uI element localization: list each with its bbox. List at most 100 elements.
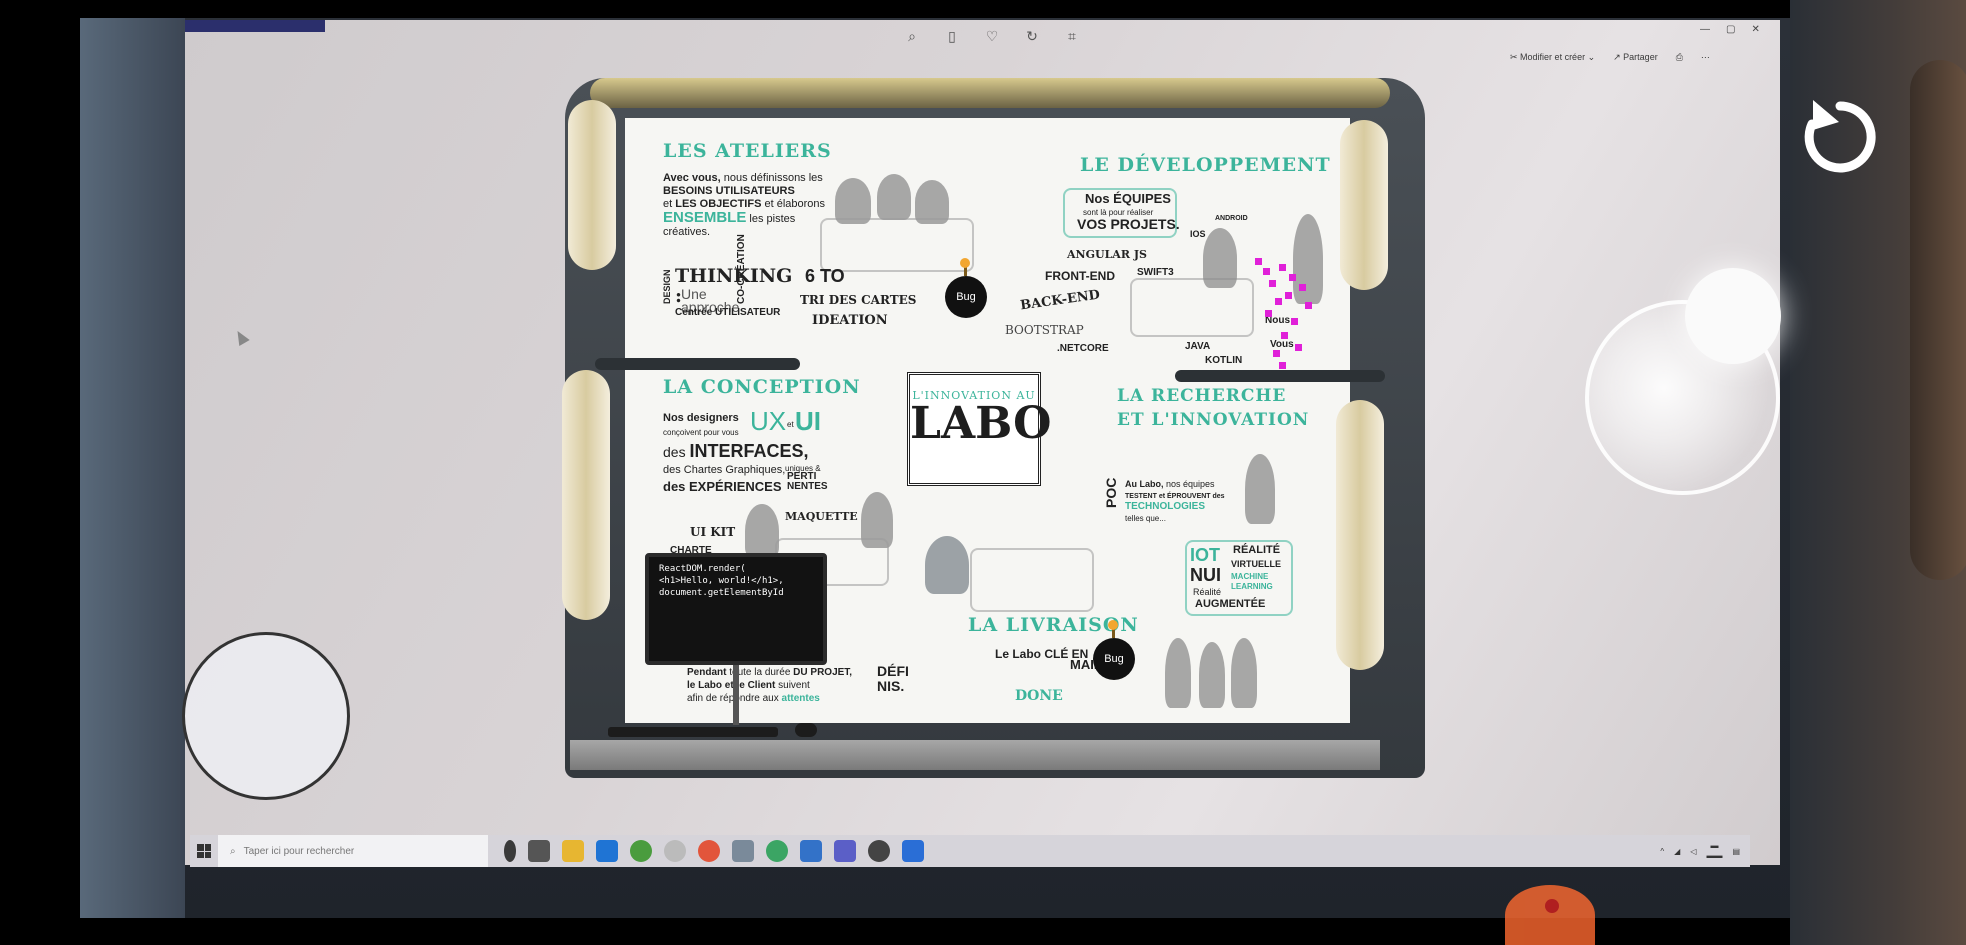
workshop-table [820,218,974,272]
edit-create-label: Modifier et créer [1520,52,1586,62]
share-label: Partager [1623,52,1658,62]
monitor-code: ReactDOM.render( <h1>Hello, world!</h1>,… [659,564,784,598]
photos-icon[interactable] [902,840,924,862]
dev-title: LE DÉVELOPPEMENT [1080,154,1331,176]
window-controls: — ▢ ✕ [1700,24,1760,35]
dev-desk-screens [1130,278,1254,337]
more-icon[interactable]: ⋯ [1701,52,1710,63]
crop-icon[interactable]: ⌗ [1065,28,1079,45]
settings-icon[interactable] [868,840,890,862]
zoom-icon[interactable]: ⌕ [905,28,919,45]
viewer-actions: ✂ Modifier et créer ⌄ ↗ Partager ⎙ ⋯ [1510,52,1710,63]
taskbar-search[interactable]: ⌕ Taper ici pour rechercher [218,835,488,867]
joystick-icon[interactable] [182,632,350,800]
equipes-label: Nos ÉQUIPES [1085,191,1171,206]
frame-post [1336,400,1384,670]
nui-label: NUI [1190,565,1221,585]
virtual-mouse[interactable] [795,723,817,737]
print-icon[interactable]: ⎙ [1676,52,1683,63]
maximize-icon[interactable]: ▢ [1726,24,1735,35]
delivery-screens [970,548,1094,612]
reset-icon[interactable] [1795,92,1885,182]
delivery-person [1165,638,1191,708]
labo-logo: L'INNOVATION AU LABO [907,372,1052,486]
task-view-icon[interactable] [528,840,550,862]
definis-label: DÉFI NIS. [877,663,909,694]
workshop-person [877,174,911,220]
chartes-label: des Chartes Graphiques, [663,464,786,476]
developer-person [1203,228,1237,288]
cortana-icon[interactable] [504,840,516,862]
designer-person [745,504,779,558]
learning-label: LEARNING [1231,582,1273,591]
nos-equipes-label: nos équipes [1163,479,1215,489]
realite-label: RÉALITÉ [1233,544,1281,556]
bug-bomb-icon[interactable]: Bug [1093,620,1135,680]
uikit-label: UI KIT [690,525,736,539]
kotlin-label: KOTLIN [1205,355,1243,366]
frame-bottom-desk [570,740,1380,770]
teams-icon[interactable] [834,840,856,862]
bug-label: Bug [956,291,976,303]
ar-camera-scene: ⌕ ▯ ♡ ↻ ⌗ ✂ Modifier et créer ⌄ ↗ Partag… [0,0,1966,945]
light-control-knob[interactable] [1685,268,1781,364]
minimize-icon[interactable]: — [1700,24,1710,35]
attentes-label: attentes [781,693,820,704]
cable [1910,60,1966,580]
suivent-label: suivent [775,680,810,691]
windows-logo-icon [197,844,211,858]
ux-label: UX [750,406,787,436]
delete-icon[interactable]: ▯ [945,28,959,45]
windows-taskbar: ⌕ Taper ici pour rechercher ^ ◢ ◁ ▬ ▬▬ ▤ [190,835,1750,867]
experiences-label: des EXPÉRIENCES [663,479,782,494]
system-tray: ^ ◢ ◁ ▬ ▬▬ ▤ [1660,841,1750,861]
start-button[interactable] [190,835,218,867]
rotate-icon[interactable]: ↻ [1025,28,1039,45]
tray-chevron-icon[interactable]: ^ [1660,847,1664,856]
pertinentes-label: PERTI NENTES [787,471,828,492]
close-icon[interactable]: ✕ [1751,24,1759,35]
search-icon: ⌕ [230,845,236,857]
ateliers-ensemble: ENSEMBLE [663,209,747,226]
bug-bomb-icon[interactable]: Bug [945,258,987,318]
volume-icon[interactable]: ◁ [1690,847,1696,856]
network-icon[interactable]: ◢ [1674,847,1680,856]
maps-icon[interactable] [766,840,788,862]
app-icon[interactable] [732,840,754,862]
interfaces-line: des INTERFACES, [663,442,808,461]
file-explorer-icon[interactable] [562,840,584,862]
store-icon[interactable] [596,840,618,862]
labo-main-label: LABO [910,398,1052,449]
au-labo-label: Au Labo, [1125,479,1164,489]
ideation-label: IDEATION [812,313,888,328]
record-indicator [1505,885,1595,945]
frame-top-beam [590,78,1390,108]
favorite-icon[interactable]: ♡ [985,28,999,45]
frame-shelf [1175,370,1385,382]
frontend-label: FRONT-END [1045,269,1115,283]
taskbar-clock[interactable]: ▬ ▬▬ [1706,841,1722,861]
browser-icon[interactable] [664,840,686,862]
ux-ui-and-label: et [787,420,794,429]
edit-create-button[interactable]: ✂ Modifier et créer ⌄ [1510,52,1595,63]
frame-post [568,100,616,270]
bug-label: Bug [1104,653,1124,665]
researcher-person [1245,454,1275,524]
chrome-icon[interactable] [630,840,652,862]
android-label: ANDROID [1215,215,1248,222]
firefox-icon[interactable] [698,840,720,862]
developer-person [1293,214,1323,304]
projet-label: DU PROJET, [793,667,853,678]
cocreation-label: CO-CRÉATION [736,234,747,304]
share-button[interactable]: ↗ Partager [1613,52,1658,63]
notifications-icon[interactable]: ▤ [1732,847,1740,856]
concoivent-label: conçoivent pour vous [663,428,739,437]
virtual-monitor[interactable]: ReactDOM.render( <h1>Hello, world!</h1>,… [645,553,827,665]
java-label: JAVA [1185,341,1211,352]
frame-post [1340,120,1388,290]
design-label: DESIGN [662,269,672,304]
backend-label: BACK-END [1019,287,1101,314]
des-label: des [663,444,690,460]
outlook-icon[interactable] [800,840,822,862]
virtual-keyboard[interactable] [608,727,778,737]
